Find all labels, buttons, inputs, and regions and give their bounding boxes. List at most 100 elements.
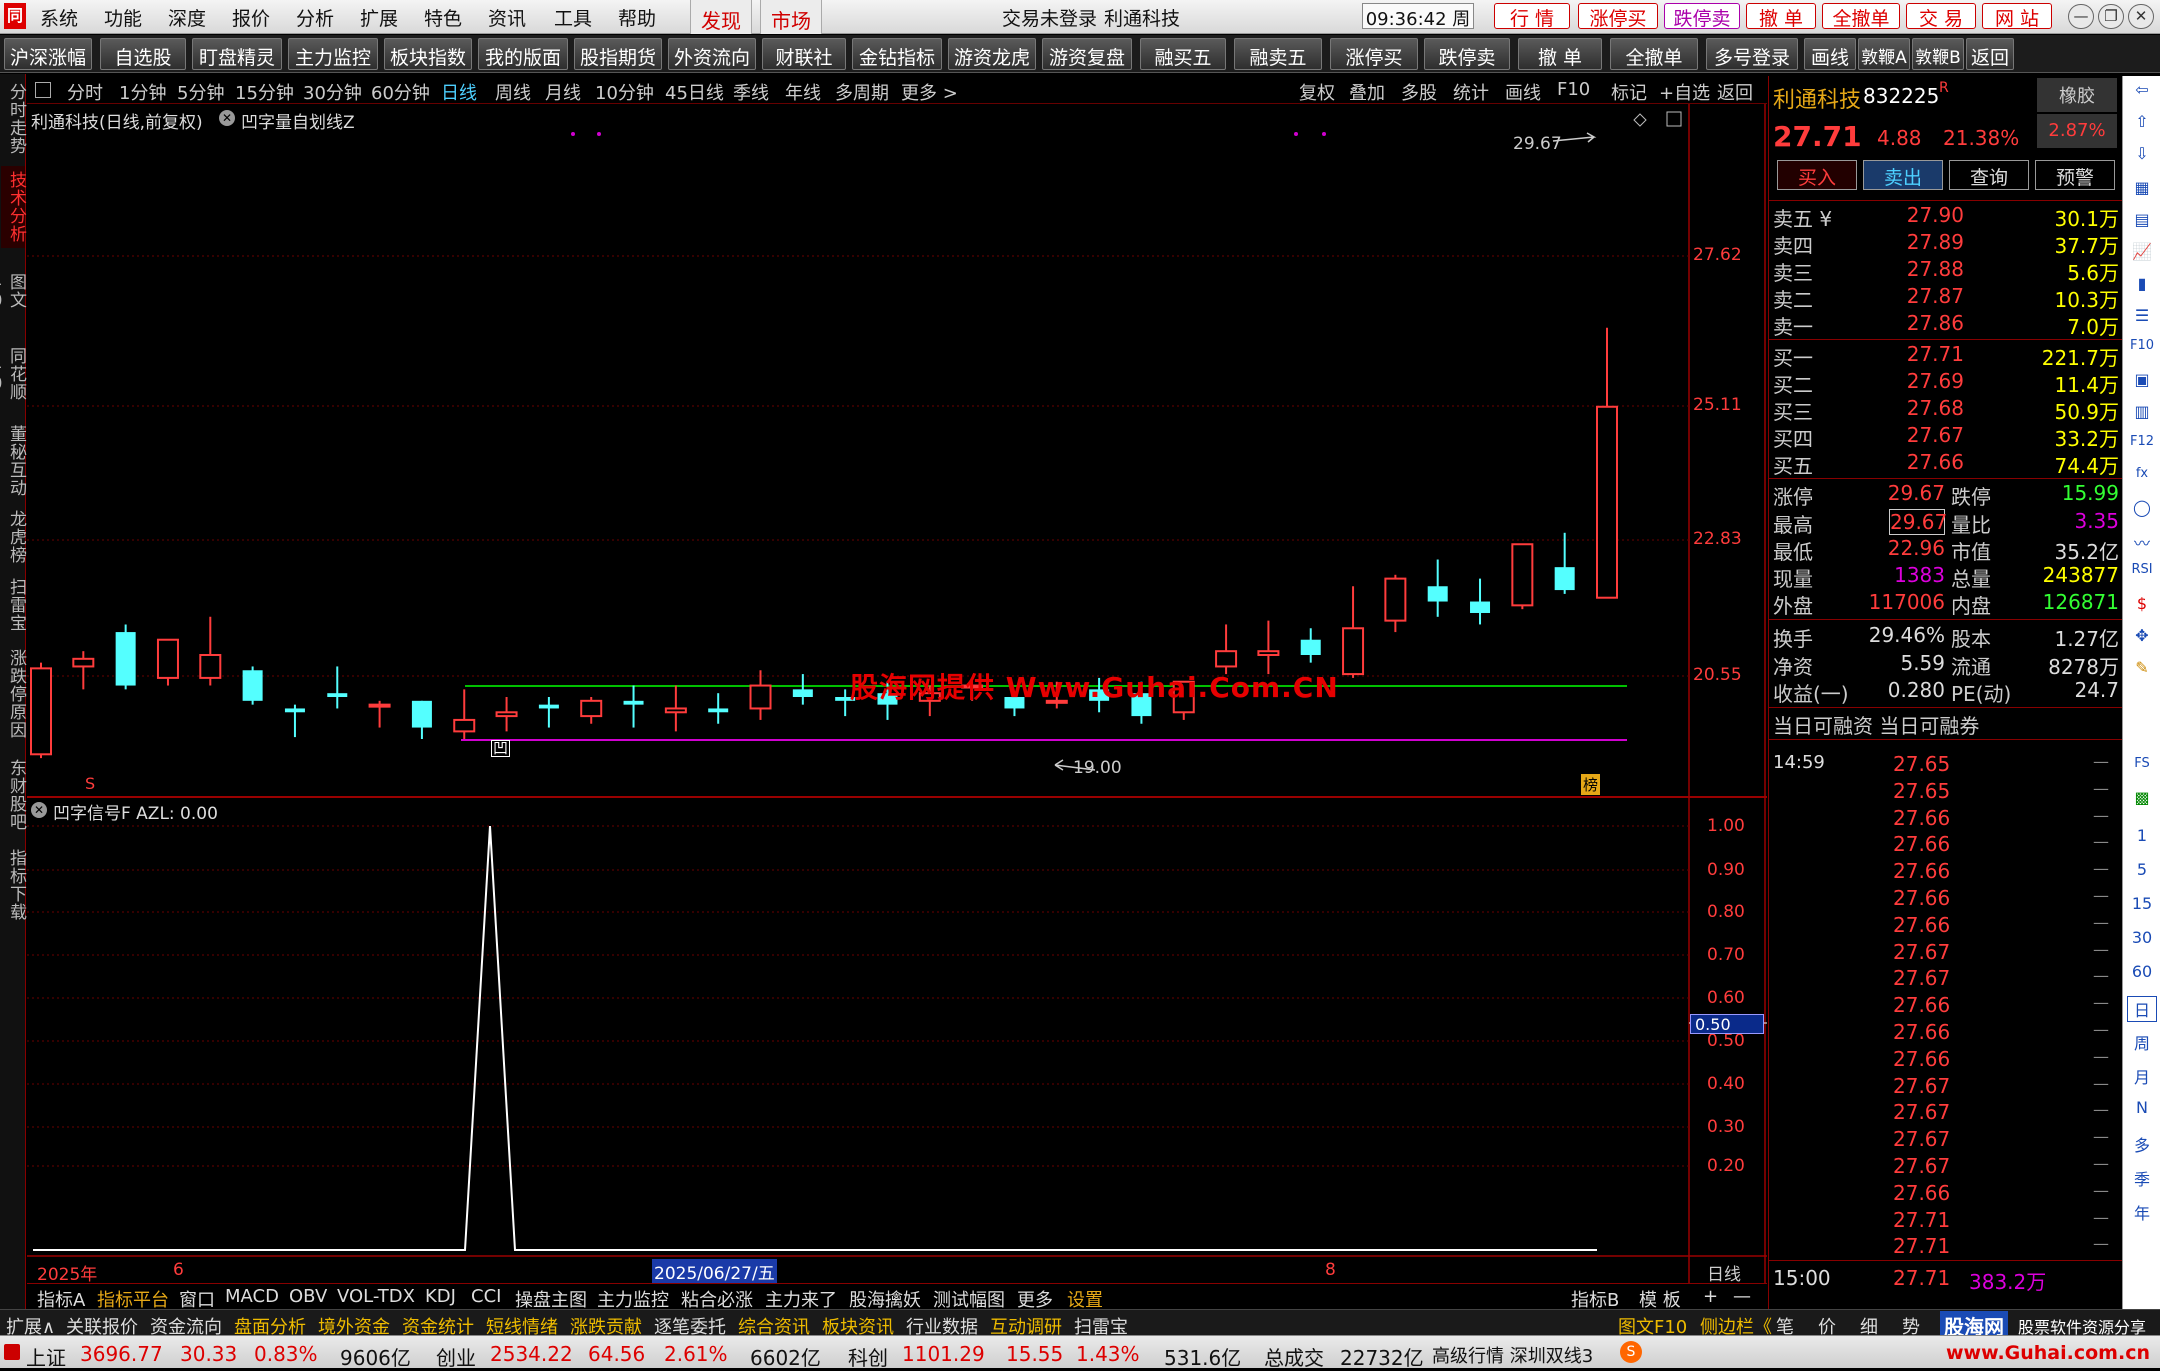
tab-cci[interactable]: CCI [471,1286,501,1307]
tab-remove[interactable]: — [1733,1286,1751,1307]
panel-toggle-icon[interactable] [35,82,51,98]
period-30min[interactable]: 30分钟 [303,79,362,105]
period-45day[interactable]: 45日线 [665,79,724,105]
fs-icon[interactable]: FS [2127,756,2157,782]
doc-icon[interactable]: ▣ [2127,370,2157,396]
tb-hot-money[interactable]: 游资龙虎 [948,38,1036,70]
menu-item-system[interactable]: 系统 [40,4,78,31]
period-intraday[interactable]: 分时 [67,79,103,105]
move-icon[interactable]: ✥ [2127,626,2157,652]
period-year[interactable]: 年线 [785,79,821,105]
app-logo-icon[interactable]: 同 [4,3,26,29]
tab-eastmoney-forum[interactable]: 东财股吧 [1,754,26,836]
menu-item-function[interactable]: 功能 [104,4,142,31]
tb-watchlist[interactable]: 自选股 [100,38,186,70]
tab-obv[interactable]: OBV [289,1286,327,1307]
ask-row[interactable]: 卖五 ¥27.90 30.1万 [1769,203,2123,231]
indicator-close-icon[interactable]: ✕ [219,110,235,126]
f10-icon[interactable]: F10 [2127,338,2157,364]
close-icon[interactable]: ✕ [2128,4,2154,29]
menu-item-depth[interactable]: 深度 [168,4,206,31]
ask-row[interactable]: 卖三 27.88 5.6万 [1769,257,2123,285]
sell-button[interactable]: 卖出 [1863,160,1943,190]
tb-limit-down-sell[interactable]: 跌停卖 [1424,38,1510,70]
rsi-icon[interactable]: RSI [2127,562,2157,588]
feed-status[interactable]: 高级行情 深圳双线3 [1432,1342,1593,1368]
btn-overlay[interactable]: 叠加 [1349,79,1385,105]
fx-icon[interactable]: fx [2127,466,2157,492]
period-15[interactable]: 15 [2127,894,2157,920]
tab-limit-reason[interactable]: 涨跌停原因 [1,642,26,746]
tb-main-monitor[interactable]: 主力监控 [288,38,378,70]
period-60min[interactable]: 60分钟 [371,79,430,105]
tb-gold-indicator[interactable]: 金钻指标 [852,38,942,70]
tb-cls[interactable]: 财联社 [762,38,846,70]
tab-macd[interactable]: MACD [225,1286,279,1307]
tb-hs-gain[interactable]: 沪深涨幅 [4,38,92,70]
quick-limit-down-sell-button[interactable]: 跌停卖 [1664,3,1740,30]
tb-limit-up-buy[interactable]: 涨停买 [1330,38,1418,70]
period-5min[interactable]: 5分钟 [177,79,224,105]
period-1min[interactable]: 1分钟 [119,79,166,105]
table-icon[interactable]: ▤ [2127,210,2157,236]
period-n[interactable]: N [2127,1098,2157,1124]
period-multi-r[interactable]: 多 [2127,1132,2157,1158]
menu-item-news[interactable]: 资讯 [488,4,526,31]
quick-limit-up-buy-button[interactable]: 涨停买 [1578,3,1658,30]
restore-icon[interactable]: ❐ [2098,4,2124,29]
tab-mine-sweeper[interactable]: 扫雷宝 [1,574,26,636]
book-icon[interactable]: ▥ [2127,402,2157,428]
tab-ths10[interactable]: 同花顺10 [0,332,26,416]
period-quarter-r[interactable]: 季 [2127,1166,2157,1192]
bid-row[interactable]: 买五 27.66 74.4万 [1769,450,2123,478]
btn-drawline[interactable]: 画线 [1505,79,1541,105]
tb-sector-index[interactable]: 板块指数 [384,38,472,70]
tb-cancel[interactable]: 撤 单 [1518,38,1602,70]
period-60[interactable]: 60 [2127,962,2157,988]
period-weekly[interactable]: 周线 [495,79,531,105]
tab-intraday[interactable]: 分时走势 [1,80,26,158]
period-30[interactable]: 30 [2127,928,2157,954]
tb-back[interactable]: 返回 [1966,38,2014,70]
period-quarter[interactable]: 季线 [733,79,769,105]
tab-technical[interactable]: 技术分析 [1,166,26,248]
btn-restore-right[interactable]: 复权 [1299,79,1335,105]
bang-marker-icon[interactable]: 榜 [1581,774,1601,795]
arrow-left-icon[interactable]: ⇦ [2127,80,2157,106]
menu-item-help[interactable]: 帮助 [618,4,656,31]
tb-whip-a[interactable]: 敦鞭A [1858,38,1910,70]
tb-multi-login[interactable]: 多号登录 [1706,38,1798,70]
btn-stats[interactable]: 统计 [1453,79,1489,105]
quick-market-button[interactable]: 行 情 [1494,3,1570,30]
btn-f10[interactable]: F10 [1557,79,1590,100]
quick-cancel-button[interactable]: 撤 单 [1746,3,1816,30]
circle-icon[interactable]: ◯ [2127,498,2157,524]
sector-tag[interactable]: 橡胶 [2037,78,2117,112]
tb-margin-sell5[interactable]: 融卖五 [1234,38,1322,70]
btn-return[interactable]: 返回 [1717,79,1753,105]
period-10min[interactable]: 10分钟 [595,79,654,105]
period-day[interactable]: 日 [2127,996,2157,1022]
grid-icon[interactable]: ▦ [2127,178,2157,204]
period-15min[interactable]: 15分钟 [235,79,294,105]
wave-icon[interactable]: 〰 [2127,530,2157,556]
tab-indicator-download[interactable]: 指标下载 [1,844,26,926]
f12-icon[interactable]: F12 [2127,434,2157,460]
minimize-icon[interactable]: — [2068,4,2094,29]
query-button[interactable]: 查询 [1949,160,2029,190]
main-indicator-name[interactable]: 凹字量自划线Z [241,108,355,133]
menu-item-analysis[interactable]: 分析 [296,4,334,31]
ask-row[interactable]: 卖一 27.86 7.0万 [1769,311,2123,339]
period-week[interactable]: 周 [2127,1030,2157,1056]
ask-row[interactable]: 卖二 27.87 10.3万 [1769,284,2123,312]
bid-row[interactable]: 买四 27.67 33.2万 [1769,423,2123,451]
tab-kdj[interactable]: KDJ [425,1286,456,1307]
tb-index-futures[interactable]: 股指期货 [574,38,662,70]
menu-item-quote[interactable]: 报价 [232,4,270,31]
tab-dragon-tiger[interactable]: 龙虎榜 [1,506,26,568]
period-month[interactable]: 月 [2127,1064,2157,1090]
tb-foreign-flow[interactable]: 外资流向 [668,38,756,70]
btn-mark[interactable]: 标记 [1611,79,1647,105]
grid2-icon[interactable]: ▩ [2127,788,2157,814]
menu-discover[interactable]: 发现 [690,0,752,34]
